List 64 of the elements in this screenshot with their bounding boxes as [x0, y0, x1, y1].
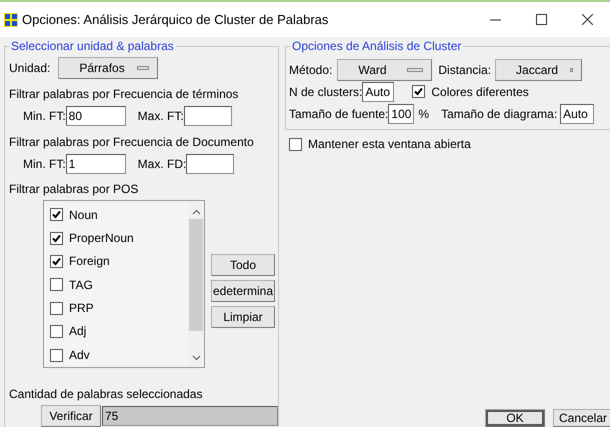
dropdown[interactable]: Párrafos	[58, 57, 158, 79]
input-field[interactable]: 1	[66, 154, 126, 174]
count-label: Cantidad de palabras seleccionadas	[9, 386, 202, 402]
checkbox[interactable]	[50, 278, 63, 292]
close-icon[interactable]	[582, 14, 592, 25]
maximize-icon[interactable]	[536, 14, 546, 25]
field-label: Tamaño de fuente:	[289, 106, 388, 122]
dialog-button[interactable]: OK	[485, 409, 545, 427]
field-label: Método:	[289, 62, 332, 78]
checkbox[interactable]	[50, 232, 63, 245]
pos-list[interactable]: Noun ProperNoun Foreign TAG PRP Adj Adv	[43, 200, 205, 368]
list-item[interactable]: ProperNoun	[50, 226, 188, 250]
filter-label: Filtrar palabras por POS	[9, 182, 138, 196]
dropdown-bar-icon	[570, 68, 574, 72]
field-label: N de clusters:	[289, 84, 362, 100]
section-legend: Opciones de Análisis de Cluster	[290, 39, 464, 54]
field-label: Tamaño de diagrama:	[441, 106, 558, 122]
list-item[interactable]: Adj	[50, 320, 188, 344]
input-field[interactable]	[186, 154, 234, 174]
field-label: Max. FT:	[138, 108, 184, 124]
filter-label: Filtrar palabras por Frecuencia de Documento	[9, 134, 254, 150]
scrollbar[interactable]	[188, 201, 204, 367]
dropdown[interactable]: Ward	[337, 59, 432, 81]
input-field[interactable]: Auto	[362, 82, 394, 102]
list-item[interactable]: Foreign	[50, 250, 188, 274]
input-field[interactable]: 100	[388, 104, 414, 124]
scroll-down-icon[interactable]	[192, 355, 200, 361]
checkbox[interactable]	[50, 302, 63, 315]
dropdown-bar-icon	[407, 68, 424, 72]
field-label: Min. FT:	[23, 108, 66, 124]
checkbox[interactable]	[412, 85, 426, 98]
field-label: Distancia:	[438, 62, 492, 78]
dropdown[interactable]: Jaccard	[495, 59, 582, 81]
verify-button[interactable]: Verificar	[41, 405, 101, 427]
checkbox-label: Colores diferentes	[431, 84, 529, 100]
input-field[interactable]	[184, 106, 232, 126]
list-item[interactable]: TAG	[50, 273, 188, 297]
dropdown-bar-icon	[136, 66, 150, 70]
pos-button[interactable]: Limpiar	[211, 306, 275, 328]
filter-label: Filtrar palabras por Frecuencia de términos	[9, 86, 238, 102]
field-label: Max. FD:	[138, 156, 186, 172]
scroll-up-icon[interactable]	[192, 209, 200, 215]
unit-label: %	[418, 106, 430, 122]
pos-button[interactable]: Todo	[211, 254, 275, 276]
checkbox[interactable]	[289, 138, 302, 151]
app-icon	[4, 12, 18, 26]
list-item[interactable]: Adv	[50, 343, 188, 367]
checkbox[interactable]	[50, 325, 63, 338]
pos-button[interactable]: edetermina	[211, 280, 275, 302]
field-label: Min. FT:	[23, 156, 66, 172]
input-field[interactable]: 80	[66, 106, 126, 126]
checkbox[interactable]	[50, 208, 63, 222]
scroll-thumb[interactable]	[189, 219, 203, 331]
count-field: 75	[102, 406, 278, 426]
checkbox-label: Mantener esta ventana abierta	[308, 137, 471, 152]
section-legend: Seleccionar unidad & palabras	[9, 39, 176, 54]
list-item[interactable]: PRP	[50, 296, 188, 320]
dialog-button[interactable]: Cancelar	[553, 409, 610, 427]
checkbox[interactable]	[50, 348, 63, 362]
input-field[interactable]: Auto	[560, 104, 594, 124]
window-title: Opciones: Análisis Jerárquico de Cluster de Palabras	[22, 12, 328, 28]
checkbox[interactable]	[50, 254, 63, 268]
field-label: Unidad:	[9, 60, 50, 76]
list-item[interactable]: Noun	[50, 203, 188, 226]
